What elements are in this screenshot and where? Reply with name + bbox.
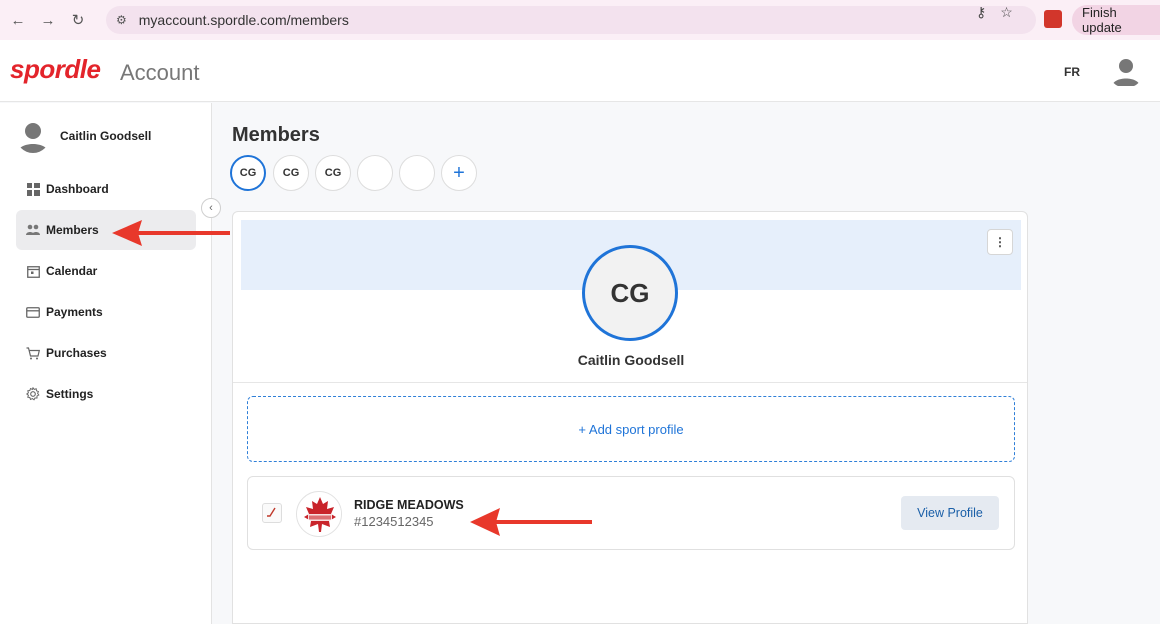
reload-icon[interactable]: ↻ — [66, 8, 90, 32]
more-options-kebab-icon[interactable]: ⋮ — [987, 229, 1013, 255]
url-text: myaccount.spordle.com/members — [138, 12, 349, 28]
payments-icon — [26, 305, 40, 319]
member-chip-5[interactable] — [399, 155, 435, 191]
member-chip-2[interactable]: CG — [273, 155, 309, 191]
sidebar-user[interactable]: Caitlin Goodsell — [16, 119, 151, 153]
sidebar-item-label: Calendar — [46, 264, 98, 278]
divider — [233, 382, 1027, 383]
member-card: ⋮ CG Caitlin Goodsell + Add sport profil… — [232, 211, 1028, 624]
sidebar-item-label: Members — [46, 223, 99, 237]
add-member-plus-icon[interactable]: + — [441, 155, 477, 191]
address-bar[interactable]: ⚙ myaccount.spordle.com/members — [106, 6, 1036, 34]
add-sport-profile-button[interactable]: + Add sport profile — [247, 396, 1015, 462]
site-settings-icon[interactable]: ⚙ — [116, 13, 127, 27]
finish-update-button[interactable]: Finish update — [1072, 5, 1160, 35]
bookmark-star-icon[interactable]: ☆ — [1000, 4, 1013, 21]
page-title: Members — [232, 124, 320, 146]
password-key-icon[interactable]: ⚷ — [976, 4, 986, 21]
forward-icon[interactable]: → — [36, 8, 60, 32]
cart-icon — [26, 346, 40, 360]
language-toggle[interactable]: FR — [1064, 65, 1080, 79]
back-icon[interactable]: ← — [6, 8, 30, 32]
annotation-arrow-member-number — [470, 508, 592, 536]
ridge-meadows-logo-icon — [296, 491, 342, 537]
view-profile-button[interactable]: View Profile — [901, 496, 999, 530]
hockey-stick-icon — [262, 503, 282, 523]
sport-profile-row: RIDGE MEADOWS #1234512345 View Profile — [247, 476, 1015, 550]
extension-icon[interactable] — [1044, 10, 1062, 28]
member-name: Caitlin Goodsell — [577, 352, 685, 368]
sidebar: Caitlin Goodsell Dashboard Members Calen… — [0, 103, 212, 624]
member-chip-1[interactable]: CG — [230, 155, 266, 191]
sidebar-item-label: Payments — [46, 305, 103, 319]
sidebar-user-name: Caitlin Goodsell — [60, 129, 152, 143]
sidebar-item-label: Settings — [46, 387, 94, 401]
spordle-logo[interactable]: spordle — [10, 54, 101, 85]
calendar-icon — [26, 264, 40, 278]
sidebar-item-settings[interactable]: Settings — [16, 374, 196, 414]
collapse-sidebar-chevron-icon[interactable]: ‹ — [201, 198, 221, 218]
member-number: #1234512345 — [354, 514, 434, 529]
organization-name: RIDGE MEADOWS — [354, 498, 464, 512]
sidebar-item-dashboard[interactable]: Dashboard — [16, 169, 196, 209]
sidebar-item-purchases[interactable]: Purchases — [16, 333, 196, 373]
member-avatar: CG — [582, 245, 678, 341]
sidebar-item-label: Dashboard — [46, 182, 109, 196]
dashboard-icon — [26, 182, 40, 196]
annotation-arrow-members — [112, 220, 230, 246]
sidebar-item-calendar[interactable]: Calendar — [16, 251, 196, 291]
sidebar-item-label: Purchases — [46, 346, 107, 360]
members-icon — [26, 223, 40, 237]
app-header: spordle Account FR — [0, 40, 1160, 102]
account-avatar-icon[interactable] — [1108, 52, 1144, 88]
user-avatar-icon — [16, 119, 50, 153]
member-chip-4[interactable] — [357, 155, 393, 191]
member-chip-3[interactable]: CG — [315, 155, 351, 191]
sidebar-item-payments[interactable]: Payments — [16, 292, 196, 332]
gear-icon — [26, 387, 40, 401]
browser-toolbar: ← → ↻ ⚙ myaccount.spordle.com/members ⚷ … — [0, 0, 1160, 40]
app-subtitle: Account — [120, 60, 200, 85]
